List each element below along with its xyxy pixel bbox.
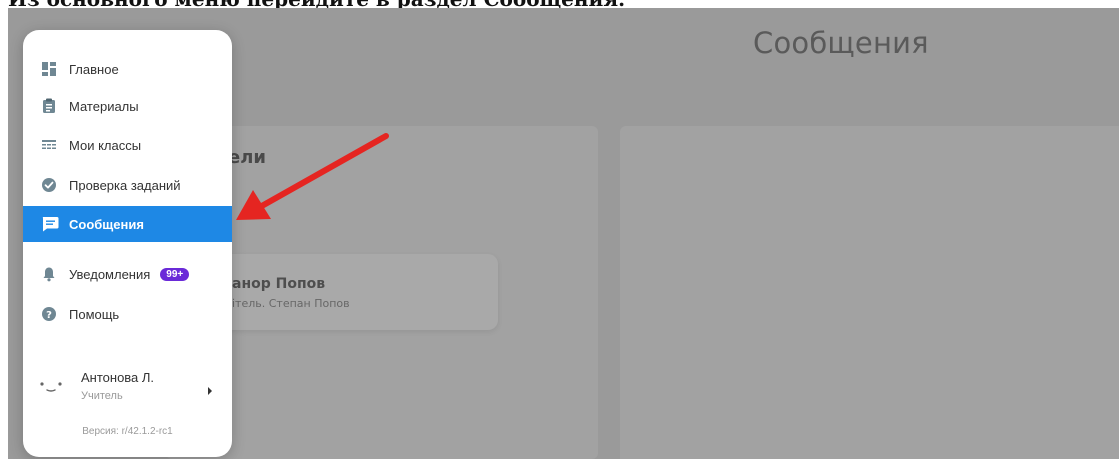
help-icon: ? [41, 306, 57, 322]
contact-subtitle: ітель. Степан Попов [232, 297, 350, 310]
avatar [39, 379, 63, 395]
menu-item-materials[interactable]: Материалы [23, 88, 232, 124]
user-profile-menu[interactable]: Антонова Л. Учитель [23, 367, 232, 409]
user-role: Учитель [81, 390, 123, 402]
bell-icon [41, 266, 57, 282]
page-title: Сообщения [753, 26, 929, 60]
svg-text:?: ? [46, 310, 52, 321]
menu-item-home[interactable]: Главное [23, 51, 232, 87]
menu-item-task-review[interactable]: Проверка заданий [23, 167, 232, 203]
pointer-arrow [236, 133, 389, 220]
chat-icon [41, 216, 59, 232]
caret-right-icon [206, 381, 214, 395]
menu-item-label: Уведомления [69, 266, 151, 282]
clipboard-icon [41, 98, 57, 114]
dashboard-icon [41, 61, 57, 77]
menu-item-notifications[interactable]: Уведомления 99+ [23, 256, 232, 292]
table-icon [41, 137, 57, 153]
menu-item-messages[interactable]: Сообщения [23, 206, 232, 242]
menu-item-label: Проверка заданий [69, 177, 181, 193]
main-menu: Главное Материалы Мои классы Проверка за… [23, 30, 232, 457]
menu-item-label: Главное [69, 61, 119, 77]
conversation-panel [620, 126, 1119, 459]
notifications-count-badge: 99+ [160, 267, 190, 281]
menu-item-label: Материалы [69, 98, 139, 114]
menu-item-label: Сообщения [69, 216, 144, 232]
menu-item-help[interactable]: ? Помощь [23, 296, 232, 332]
contact-name: анор Попов [232, 276, 326, 292]
check-circle-icon [41, 177, 57, 193]
user-name: Антонова Л. [81, 370, 155, 385]
menu-item-label: Мои классы [69, 137, 142, 153]
menu-item-my-classes[interactable]: Мои классы [23, 127, 232, 163]
menu-item-label: Помощь [69, 306, 120, 322]
app-version: Версия: r/42.1.2-rc1 [82, 426, 173, 437]
